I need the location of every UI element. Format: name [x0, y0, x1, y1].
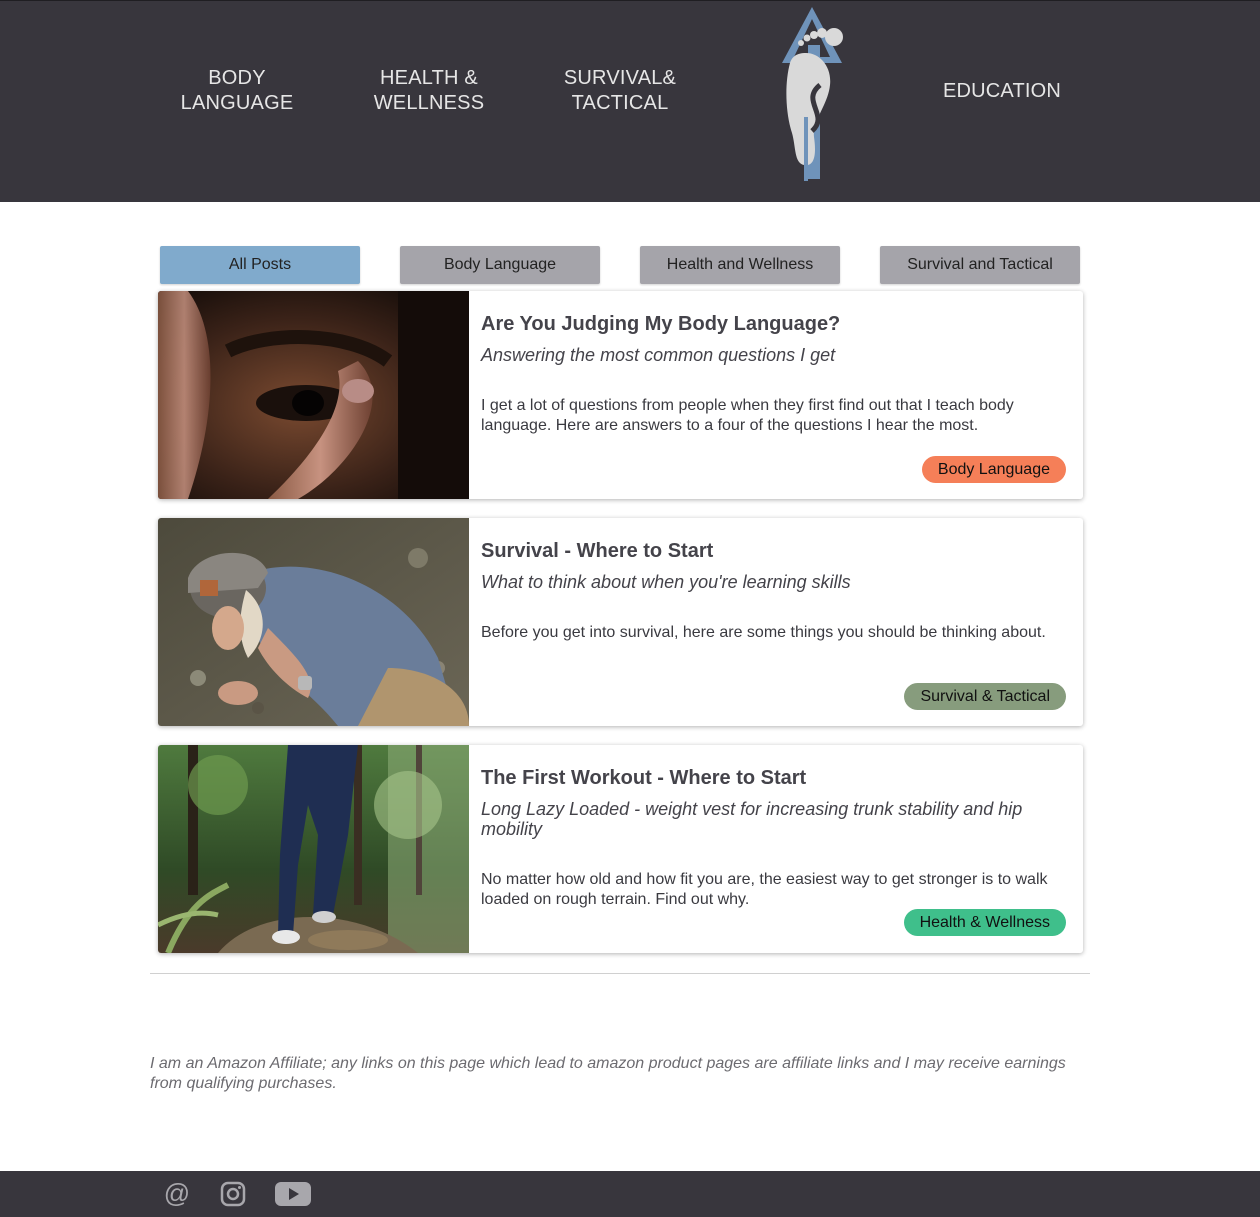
eye-closeup-photo[interactable]: [158, 291, 469, 499]
post-excerpt: No matter how old and how fit you are, t…: [481, 871, 1048, 908]
nav-link-survival-tactical[interactable]: SURVIVAL& TACTICAL: [540, 66, 700, 116]
filter-body-language[interactable]: Body Language: [400, 246, 600, 284]
walking-forest-trail-photo[interactable]: [158, 745, 469, 953]
site-footer: @: [0, 1171, 1260, 1217]
youtube-icon[interactable]: [274, 1179, 312, 1209]
man-crouching-outdoors-photo[interactable]: [158, 518, 469, 726]
post-card[interactable]: Are You Judging My Body Language? Answer…: [158, 291, 1083, 499]
post-subtitle: What to think about when you're learning…: [481, 572, 851, 592]
category-badge[interactable]: Body Language: [921, 456, 1066, 483]
filter-survival-tactical[interactable]: Survival and Tactical: [880, 246, 1080, 284]
svg-text:@: @: [164, 1179, 190, 1208]
content-divider: [150, 973, 1090, 974]
nav-link-health-wellness[interactable]: HEALTH & WELLNESS: [349, 66, 509, 116]
filter-health-wellness[interactable]: Health and Wellness: [640, 246, 840, 284]
post-excerpt: I get a lot of questions from people whe…: [481, 397, 1014, 434]
affiliate-disclaimer: I am an Amazon Affiliate; any links on t…: [150, 1055, 1066, 1092]
instagram-icon[interactable]: [218, 1179, 248, 1209]
post-title[interactable]: The First Workout - Where to Start: [481, 767, 1063, 790]
post-card[interactable]: Survival - Where to Start What to think …: [158, 518, 1083, 726]
category-badge[interactable]: Health & Wellness: [903, 909, 1066, 936]
filter-all-posts[interactable]: All Posts: [160, 246, 360, 284]
post-subtitle: Long Lazy Loaded - weight vest for incre…: [481, 799, 1023, 839]
category-badge[interactable]: Survival & Tactical: [904, 683, 1066, 710]
post-card[interactable]: The First Workout - Where to Start Long …: [158, 745, 1083, 953]
post-title[interactable]: Are You Judging My Body Language?: [481, 313, 1063, 336]
post-subtitle: Answering the most common questions I ge…: [481, 345, 836, 365]
site-header: BODY LANGUAGE HEALTH & WELLNESS SURVIVAL…: [0, 0, 1260, 202]
email-at-icon[interactable]: @: [162, 1178, 192, 1209]
post-title[interactable]: Survival - Where to Start: [481, 540, 1063, 563]
nav-link-education[interactable]: EDUCATION: [922, 79, 1082, 104]
footprint-logo-icon[interactable]: [770, 5, 854, 181]
nav-link-body-language[interactable]: BODY LANGUAGE: [157, 66, 317, 116]
post-excerpt: Before you get into survival, here are s…: [481, 624, 1046, 641]
